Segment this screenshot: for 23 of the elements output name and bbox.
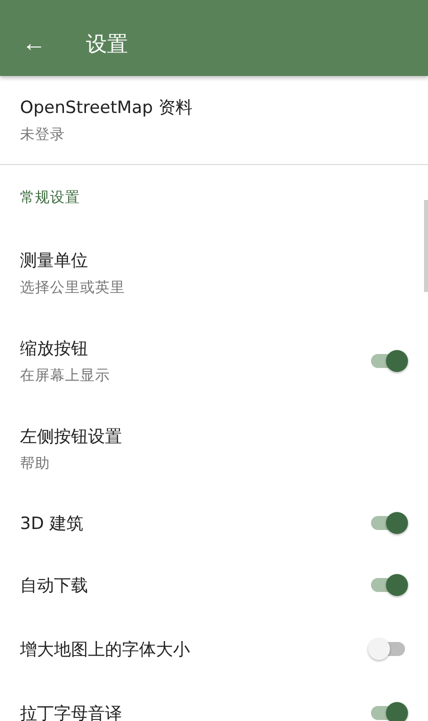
item-title: OpenStreetMap 资料: [20, 97, 192, 119]
item-title: 左侧按钮设置: [20, 426, 122, 448]
settings-item[interactable]: 缩放按钮 在屏幕上显示: [0, 317, 428, 405]
settings-item[interactable]: 3D 建筑: [0, 493, 428, 553]
settings-item[interactable]: 自动下载: [0, 553, 428, 617]
settings-item[interactable]: 拉丁字母音译: [0, 681, 428, 721]
item-subtitle: 在屏幕上显示: [20, 367, 110, 385]
item-title: 拉丁字母音译: [20, 702, 122, 721]
settings-item[interactable]: 左侧按钮设置 帮助: [0, 405, 428, 493]
item-title: 3D 建筑: [20, 512, 84, 534]
settings-item[interactable]: 增大地图上的字体大小: [0, 617, 428, 681]
page-title: 设置: [86, 31, 128, 58]
item-title: 增大地图上的字体大小: [20, 638, 190, 660]
settings-item[interactable]: 测量单位 选择公里或英里: [0, 229, 428, 317]
item-subtitle: 选择公里或英里: [20, 279, 125, 297]
item-title: 自动下载: [20, 574, 88, 596]
item-title: 缩放按钮: [20, 338, 89, 360]
item-subtitle: 帮助: [20, 455, 51, 473]
settings-item[interactable]: OpenStreetMap 资料 未登录: [0, 76, 428, 164]
item-subtitle: 未登录: [20, 126, 66, 144]
back-button[interactable]: ←: [22, 32, 46, 56]
section-heading: 常规设置: [20, 188, 80, 206]
item-title: 测量单位: [20, 250, 89, 272]
